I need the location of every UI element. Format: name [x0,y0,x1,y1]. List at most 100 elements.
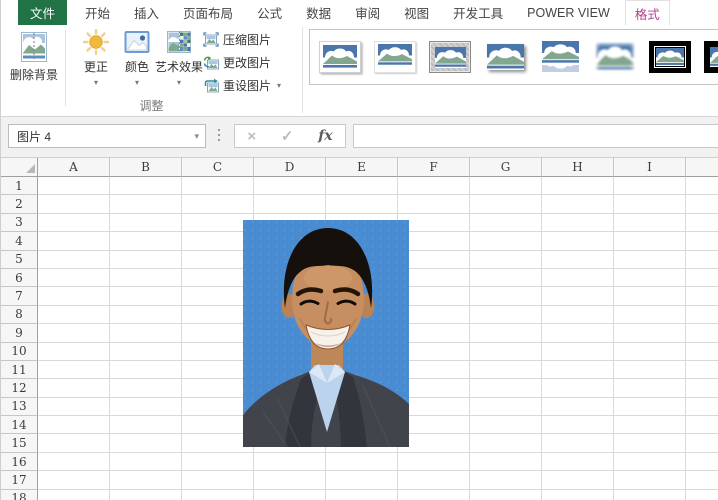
cell-F16[interactable] [398,452,470,472]
inserted-picture[interactable] [241,220,411,450]
cell-F18[interactable] [398,489,470,500]
cell-G18[interactable] [470,489,542,500]
cell-G1[interactable] [470,177,542,196]
cell-partial[interactable] [686,489,718,500]
cell-partial[interactable] [686,195,718,214]
cell-A11[interactable] [38,360,110,380]
cell-A17[interactable] [38,471,110,490]
cell-G13[interactable] [470,397,542,417]
cell-B12[interactable] [110,379,182,398]
compress-picture-button[interactable]: 压缩图片 [203,29,302,50]
cell-H18[interactable] [542,489,614,500]
cell-I7[interactable] [614,287,686,306]
cell-B11[interactable] [110,360,182,380]
cell-F1[interactable] [398,177,470,196]
picture-style-soft-edge-rectangle[interactable] [594,41,636,73]
cell-E18[interactable] [326,489,398,500]
cell-B8[interactable] [110,305,182,325]
cell-A8[interactable] [38,305,110,325]
picture-style-metal-frame[interactable] [429,41,471,73]
column-header-E[interactable]: E [326,158,398,177]
row-header-12[interactable]: 12 [1,379,38,398]
row-header-18[interactable]: 18 [1,489,38,500]
row-header-6[interactable]: 6 [1,268,38,288]
cell-A3[interactable] [38,213,110,233]
cell-partial[interactable] [686,397,718,417]
cell-I14[interactable] [614,416,686,435]
cell-A18[interactable] [38,489,110,500]
cell-G15[interactable] [470,434,542,453]
cell-I4[interactable] [614,232,686,251]
cell-F2[interactable] [398,195,470,214]
cell-F17[interactable] [398,471,470,490]
cell-E16[interactable] [326,452,398,472]
cell-H13[interactable] [542,397,614,417]
cell-H2[interactable] [542,195,614,214]
enter-icon[interactable]: ✓ [281,127,294,145]
row-header-5[interactable]: 5 [1,250,38,269]
picture-style-drop-shadow-rectangle[interactable] [484,41,526,73]
cell-H4[interactable] [542,232,614,251]
ribbon-tab-formulas[interactable]: 公式 [248,0,291,25]
picture-style-thick-frame-black[interactable] [704,41,718,73]
column-header-B[interactable]: B [110,158,182,177]
cell-partial[interactable] [686,342,718,361]
column-header-G[interactable]: G [470,158,542,177]
column-header-partial[interactable] [686,158,718,177]
color-button[interactable]: 颜色 ▾ [116,28,158,87]
cell-partial[interactable] [686,177,718,196]
cell-A2[interactable] [38,195,110,214]
cell-I12[interactable] [614,379,686,398]
cell-B6[interactable] [110,268,182,288]
cell-A14[interactable] [38,416,110,435]
cell-G5[interactable] [470,250,542,269]
cell-H11[interactable] [542,360,614,380]
name-box[interactable]: 图片 4 ▾ [8,124,206,148]
cell-partial[interactable] [686,360,718,380]
column-header-I[interactable]: I [614,158,686,177]
cell-partial[interactable] [686,416,718,435]
cell-D1[interactable] [254,177,326,196]
cell-I1[interactable] [614,177,686,196]
row-header-9[interactable]: 9 [1,324,38,343]
reset-picture-button[interactable]: 重设图片 ▾ [203,75,302,96]
select-all-corner[interactable] [1,158,38,177]
cell-B18[interactable] [110,489,182,500]
cell-D16[interactable] [254,452,326,472]
cell-B10[interactable] [110,342,182,361]
cell-B2[interactable] [110,195,182,214]
cell-G16[interactable] [470,452,542,472]
change-picture-button[interactable]: 更改图片 [203,52,302,73]
cell-B1[interactable] [110,177,182,196]
row-header-1[interactable]: 1 [1,177,38,196]
cell-I18[interactable] [614,489,686,500]
formula-input[interactable] [353,124,718,148]
ribbon-tab-home[interactable]: 开始 [76,0,119,25]
cell-I3[interactable] [614,213,686,233]
cell-partial[interactable] [686,471,718,490]
cell-G3[interactable] [470,213,542,233]
cell-partial[interactable] [686,232,718,251]
cell-G6[interactable] [470,268,542,288]
row-header-7[interactable]: 7 [1,287,38,306]
cell-I5[interactable] [614,250,686,269]
cell-H9[interactable] [542,324,614,343]
cell-B13[interactable] [110,397,182,417]
picture-style-reflected-rounded-rectangle[interactable] [539,41,581,73]
column-header-A[interactable]: A [38,158,110,177]
corrections-button[interactable]: 更正 ▾ [73,28,119,87]
cell-A16[interactable] [38,452,110,472]
cell-I11[interactable] [614,360,686,380]
cell-A6[interactable] [38,268,110,288]
column-header-D[interactable]: D [254,158,326,177]
row-header-17[interactable]: 17 [1,471,38,490]
cell-B4[interactable] [110,232,182,251]
cell-partial[interactable] [686,452,718,472]
cell-I8[interactable] [614,305,686,325]
row-header-15[interactable]: 15 [1,434,38,453]
row-header-14[interactable]: 14 [1,416,38,435]
row-header-16[interactable]: 16 [1,452,38,472]
column-header-H[interactable]: H [542,158,614,177]
name-box-dropdown-icon[interactable]: ▾ [194,131,199,142]
cell-C18[interactable] [182,489,254,500]
